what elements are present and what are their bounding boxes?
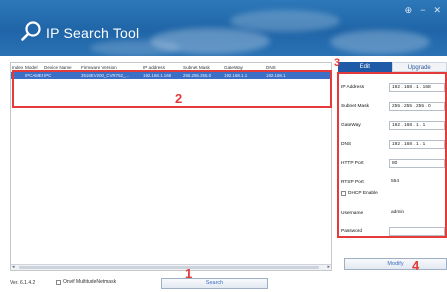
settings-icon[interactable]: ⊕	[405, 6, 413, 15]
scroll-thumb[interactable]	[19, 266, 319, 269]
tab-edit[interactable]: Edit	[338, 62, 392, 72]
search-icon	[21, 21, 41, 41]
cloud-decoration	[230, 10, 340, 32]
app-title: IP Search Tool	[46, 25, 140, 41]
cloud-decoration	[90, 40, 180, 56]
scroll-left-icon[interactable]: ◂	[12, 264, 15, 270]
onvif-checkbox[interactable]	[56, 279, 61, 285]
annotation-number-1: 1	[185, 266, 193, 281]
title-bar: IP Search Tool ⊕ − ✕	[0, 0, 447, 56]
modify-button[interactable]: Modify	[344, 258, 447, 270]
panel-tabs: Edit Upgrade	[338, 62, 447, 72]
horizontal-scrollbar[interactable]: ◂ ▸	[11, 264, 331, 270]
tab-upgrade[interactable]: Upgrade	[391, 62, 447, 72]
annotation-number-2: 2	[175, 91, 183, 106]
annotation-number-4: 4	[412, 258, 420, 273]
close-icon[interactable]: ✕	[433, 6, 441, 15]
annotation-number-3: 3	[334, 57, 341, 69]
cloud-decoration	[330, 30, 430, 54]
scroll-right-icon[interactable]: ▸	[327, 264, 330, 270]
annotation-box-form	[337, 72, 447, 238]
minimize-icon[interactable]: −	[420, 6, 425, 15]
annotation-box-table	[12, 70, 332, 108]
version-label: Ver. 6.1.4.2	[10, 280, 36, 286]
search-button[interactable]: Search	[161, 278, 268, 289]
onvif-label: Onvif MultitudeNetmask	[63, 279, 117, 285]
